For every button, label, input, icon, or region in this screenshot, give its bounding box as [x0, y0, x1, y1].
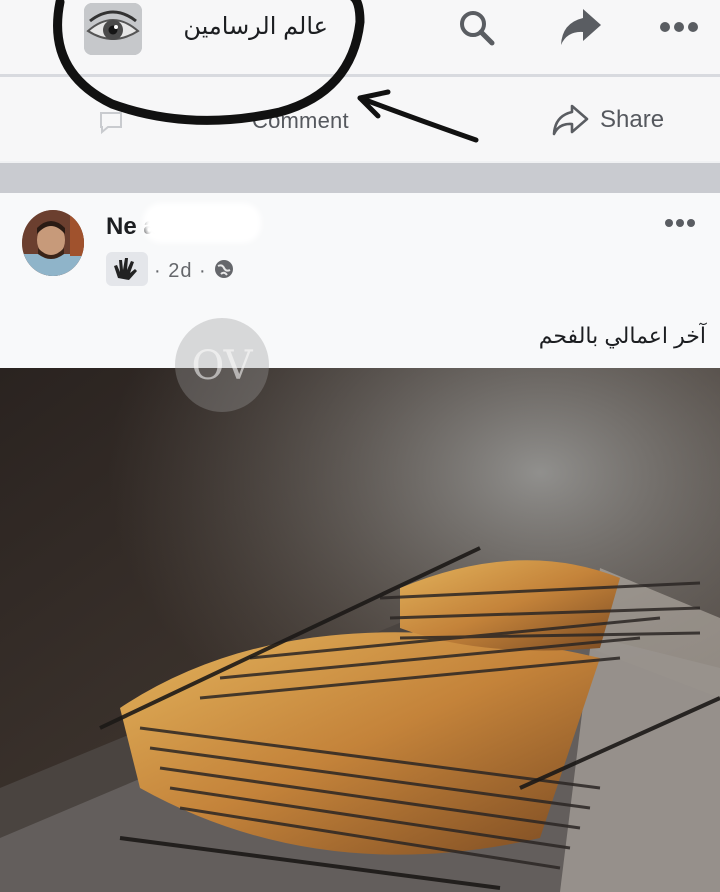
annotation-overlay: [53, 0, 479, 143]
annotation-arrow: [357, 95, 479, 143]
avatar[interactable]: [22, 210, 84, 276]
watermark-logo: OV: [170, 316, 274, 414]
post-photo[interactable]: [0, 368, 720, 892]
hand-drawn-circle: [53, 0, 365, 125]
post-meta: · 2d ·: [106, 251, 235, 291]
svg-text:OV: OV: [192, 343, 254, 389]
globe-icon: [213, 258, 235, 285]
reaction-hand-icon: [106, 251, 148, 291]
post-caption: آخر اعمالي بالفحم: [538, 323, 706, 348]
post-more-icon[interactable]: [660, 213, 700, 233]
post-time: · 2d ·: [154, 259, 207, 282]
redaction-blur: [143, 203, 261, 243]
